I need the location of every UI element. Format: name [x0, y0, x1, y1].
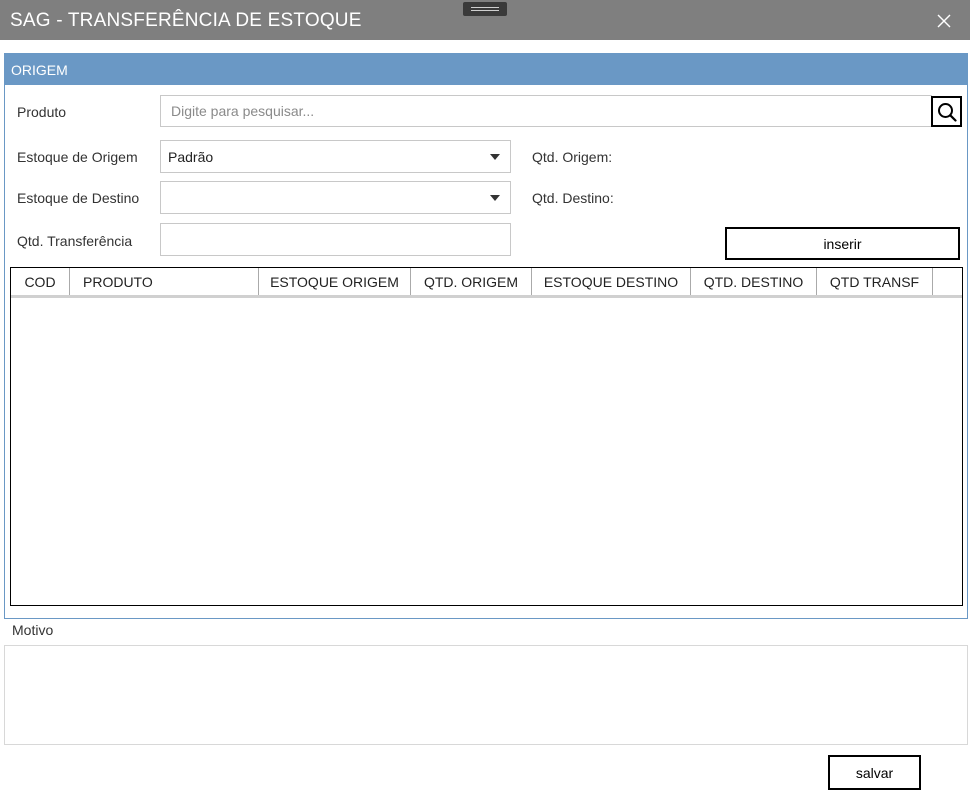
product-search-field	[160, 95, 932, 127]
estoque-origem-label: Estoque de Origem	[17, 149, 138, 165]
estoque-destino-select[interactable]	[160, 181, 511, 214]
chevron-down-icon	[490, 195, 500, 201]
column-header-cod[interactable]: COD	[11, 268, 70, 295]
origem-panel-title: ORIGEM	[11, 62, 68, 78]
motivo-label: Motivo	[12, 622, 54, 638]
qtd-transferencia-label: Qtd. Transferência	[17, 233, 133, 249]
save-button[interactable]: salvar	[828, 755, 921, 790]
motivo-field	[4, 645, 968, 745]
product-search-input[interactable]	[161, 96, 931, 126]
origem-panel: ORIGEM Produto Estoque de Origem Padrão …	[4, 53, 968, 619]
close-icon	[937, 14, 951, 28]
qtd-origem-label: Qtd. Origem:	[532, 149, 613, 165]
transfer-grid: COD PRODUTO ESTOQUE ORIGEM QTD. ORIGEM E…	[10, 267, 963, 606]
column-header-estoque-destino[interactable]: ESTOQUE DESTINO	[532, 268, 691, 295]
estoque-origem-value: Padrão	[168, 149, 214, 165]
produto-label: Produto	[17, 104, 67, 120]
search-button[interactable]	[931, 96, 962, 127]
search-icon	[937, 102, 957, 122]
qtd-destino-label: Qtd. Destino:	[532, 190, 614, 206]
column-header-qtd-transf[interactable]: QTD TRANSF	[817, 268, 933, 295]
drag-handle-icon[interactable]	[463, 2, 507, 16]
title-bar: SAG - TRANSFERÊNCIA DE ESTOQUE	[0, 0, 970, 40]
column-header-qtd-origem[interactable]: QTD. ORIGEM	[411, 268, 532, 295]
origem-panel-header: ORIGEM	[5, 54, 967, 85]
estoque-origem-select[interactable]: Padrão	[160, 140, 511, 173]
window-title: SAG - TRANSFERÊNCIA DE ESTOQUE	[10, 10, 362, 31]
grid-header: COD PRODUTO ESTOQUE ORIGEM QTD. ORIGEM E…	[11, 268, 962, 298]
qtd-transferencia-field[interactable]	[160, 223, 511, 256]
motivo-textarea[interactable]	[5, 646, 967, 744]
close-button[interactable]	[929, 7, 959, 35]
chevron-down-icon	[490, 154, 500, 160]
column-header-qtd-destino[interactable]: QTD. DESTINO	[691, 268, 817, 295]
column-header-produto[interactable]: PRODUTO	[70, 268, 259, 295]
column-header-estoque-origem[interactable]: ESTOQUE ORIGEM	[259, 268, 411, 295]
insert-button[interactable]: inserir	[725, 227, 960, 260]
estoque-destino-label: Estoque de Destino	[17, 190, 140, 206]
